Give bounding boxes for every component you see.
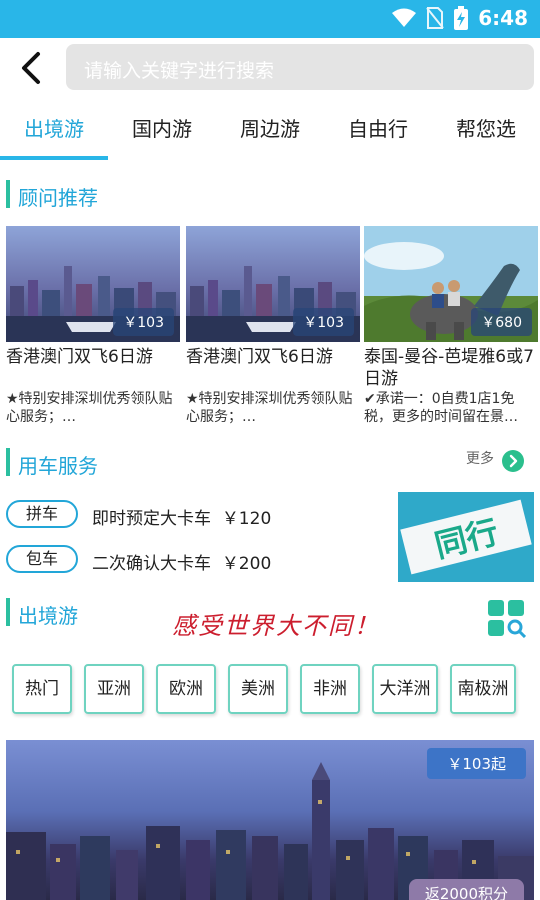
region-antarctica[interactable]: 南极洲	[450, 664, 516, 714]
tab-free-travel[interactable]: 自由行	[324, 104, 432, 160]
battery-charging-icon	[454, 6, 469, 30]
tongxing-logo: 同行	[398, 492, 534, 582]
car-item-desc: 二次确认大卡车	[92, 554, 211, 574]
outbound-banner[interactable]: ￥103起 返2000积分	[6, 740, 534, 900]
region-africa[interactable]: 非洲	[300, 664, 360, 714]
tab-domestic[interactable]: 国内游	[108, 104, 216, 160]
slogan: 感受世界大不同！	[172, 612, 380, 640]
status-time: 6:48	[478, 6, 528, 30]
recommend-card-image: ￥103	[6, 226, 180, 342]
recommend-card-desc: ✔承诺一：0自费1店1免税，更多的时间留在景…	[364, 391, 518, 425]
tab-nearby[interactable]: 周边游	[216, 104, 324, 160]
recommend-card-title: 香港澳门双飞6日游	[6, 347, 153, 367]
tab-active-indicator	[0, 156, 108, 160]
recommend-card-image: ￥103	[186, 226, 360, 342]
region-asia[interactable]: 亚洲	[84, 664, 144, 714]
chevron-left-icon	[22, 52, 40, 84]
recommend-card-title: 香港澳门双飞6日游	[186, 347, 333, 367]
tab-outbound[interactable]: 出境游	[0, 104, 108, 160]
search-row: 请输入关键字进行搜索	[0, 38, 540, 98]
wifi-icon	[392, 8, 417, 27]
no-sim-icon	[426, 7, 445, 29]
banner-points-tag: 返2000积分	[408, 879, 524, 900]
back-button[interactable]	[14, 46, 54, 90]
section-marker	[6, 598, 10, 626]
search-input[interactable]: 请输入关键字进行搜索	[66, 44, 534, 90]
category-grid-button[interactable]	[488, 600, 527, 639]
tongxing-banner[interactable]: 同行	[398, 492, 534, 582]
charter-tag[interactable]: 包车	[6, 545, 78, 573]
chevron-right-icon	[509, 454, 518, 468]
recommend-card-title: 泰国-曼谷-芭堤雅6或7日游	[364, 347, 534, 389]
car-item-text[interactable]: 二次确认大卡车 ￥200	[92, 549, 271, 574]
status-icons: 6:48	[392, 6, 528, 30]
region-europe[interactable]: 欧洲	[156, 664, 216, 714]
recommend-card-image: ￥680	[364, 226, 538, 342]
recommend-card[interactable]: ￥103 香港澳门双飞6日游 ★特别安排深圳优秀领队贴心服务；…	[186, 226, 360, 426]
region-oceania[interactable]: 大洋洲	[372, 664, 438, 714]
recommend-card[interactable]: ￥680 泰国-曼谷-芭堤雅6或7日游 ✔承诺一：0自费1店1免税，更多的时间留…	[364, 226, 538, 426]
grid-search-icon	[488, 600, 527, 639]
recommend-card-desc: ★特别安排深圳优秀领队贴心服务；…	[186, 391, 353, 425]
section-marker	[6, 448, 10, 476]
section-title-car-service: 用车服务	[18, 454, 98, 478]
banner-price-tag: ￥103起	[427, 748, 526, 779]
category-tabs: 出境游 国内游 周边游 自由行 帮您选	[0, 104, 540, 162]
price-tag: ￥103	[113, 308, 174, 336]
car-item-price: ￥120	[221, 509, 272, 529]
region-hot[interactable]: 热门	[12, 664, 72, 714]
region-america[interactable]: 美洲	[228, 664, 288, 714]
recommend-card-desc: ★特别安排深圳优秀领队贴心服务；…	[6, 391, 173, 425]
carpool-tag[interactable]: 拼车	[6, 500, 78, 528]
tab-help-choose[interactable]: 帮您选	[432, 104, 540, 160]
status-bar: 6:48	[0, 0, 540, 38]
more-link[interactable]: 更多	[466, 448, 494, 468]
recommend-card[interactable]: ￥103 香港澳门双飞6日游 ★特别安排深圳优秀领队贴心服务；…	[6, 226, 180, 426]
more-button[interactable]	[502, 450, 524, 472]
section-title-advisor: 顾问推荐	[18, 186, 98, 210]
car-item-price: ￥200	[221, 554, 272, 574]
car-item-desc: 即时预定大卡车	[92, 509, 211, 529]
section-marker	[6, 180, 10, 208]
section-title-outbound: 出境游	[18, 604, 78, 628]
price-tag: ￥103	[293, 308, 354, 336]
car-item-text[interactable]: 即时预定大卡车 ￥120	[92, 504, 271, 529]
price-tag: ￥680	[471, 308, 532, 336]
